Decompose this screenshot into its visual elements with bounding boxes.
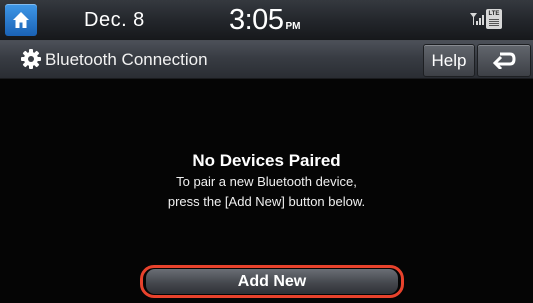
back-button[interactable] bbox=[477, 44, 531, 77]
home-icon bbox=[13, 12, 29, 28]
message-line-2: press the [Add New] button below. bbox=[167, 194, 366, 209]
no-devices-message: No Devices Paired To pair a new Bluetoot… bbox=[0, 150, 533, 212]
clock: 3:05 PM bbox=[229, 4, 300, 37]
lte-icon: LTE bbox=[486, 9, 502, 29]
title-bar: Bluetooth Connection Help bbox=[0, 41, 533, 79]
lte-label: LTE bbox=[488, 11, 500, 17]
ampm: PM bbox=[285, 21, 301, 32]
help-button[interactable]: Help bbox=[423, 44, 475, 77]
add-new-button[interactable]: Add New bbox=[146, 269, 398, 294]
message-line-1: To pair a new Bluetooth device, bbox=[176, 174, 357, 189]
status-bar: Dec. 8 3:05 PM LTE bbox=[0, 0, 533, 41]
message-title: No Devices Paired bbox=[192, 151, 341, 170]
back-arrow-icon bbox=[492, 52, 516, 69]
signal-icon bbox=[470, 13, 484, 25]
gear-icon bbox=[21, 49, 41, 69]
date: Dec. 8 bbox=[84, 9, 145, 31]
time: 3:05 bbox=[229, 4, 284, 36]
screen-title: Bluetooth Connection bbox=[45, 50, 208, 69]
home-button[interactable] bbox=[5, 4, 37, 36]
